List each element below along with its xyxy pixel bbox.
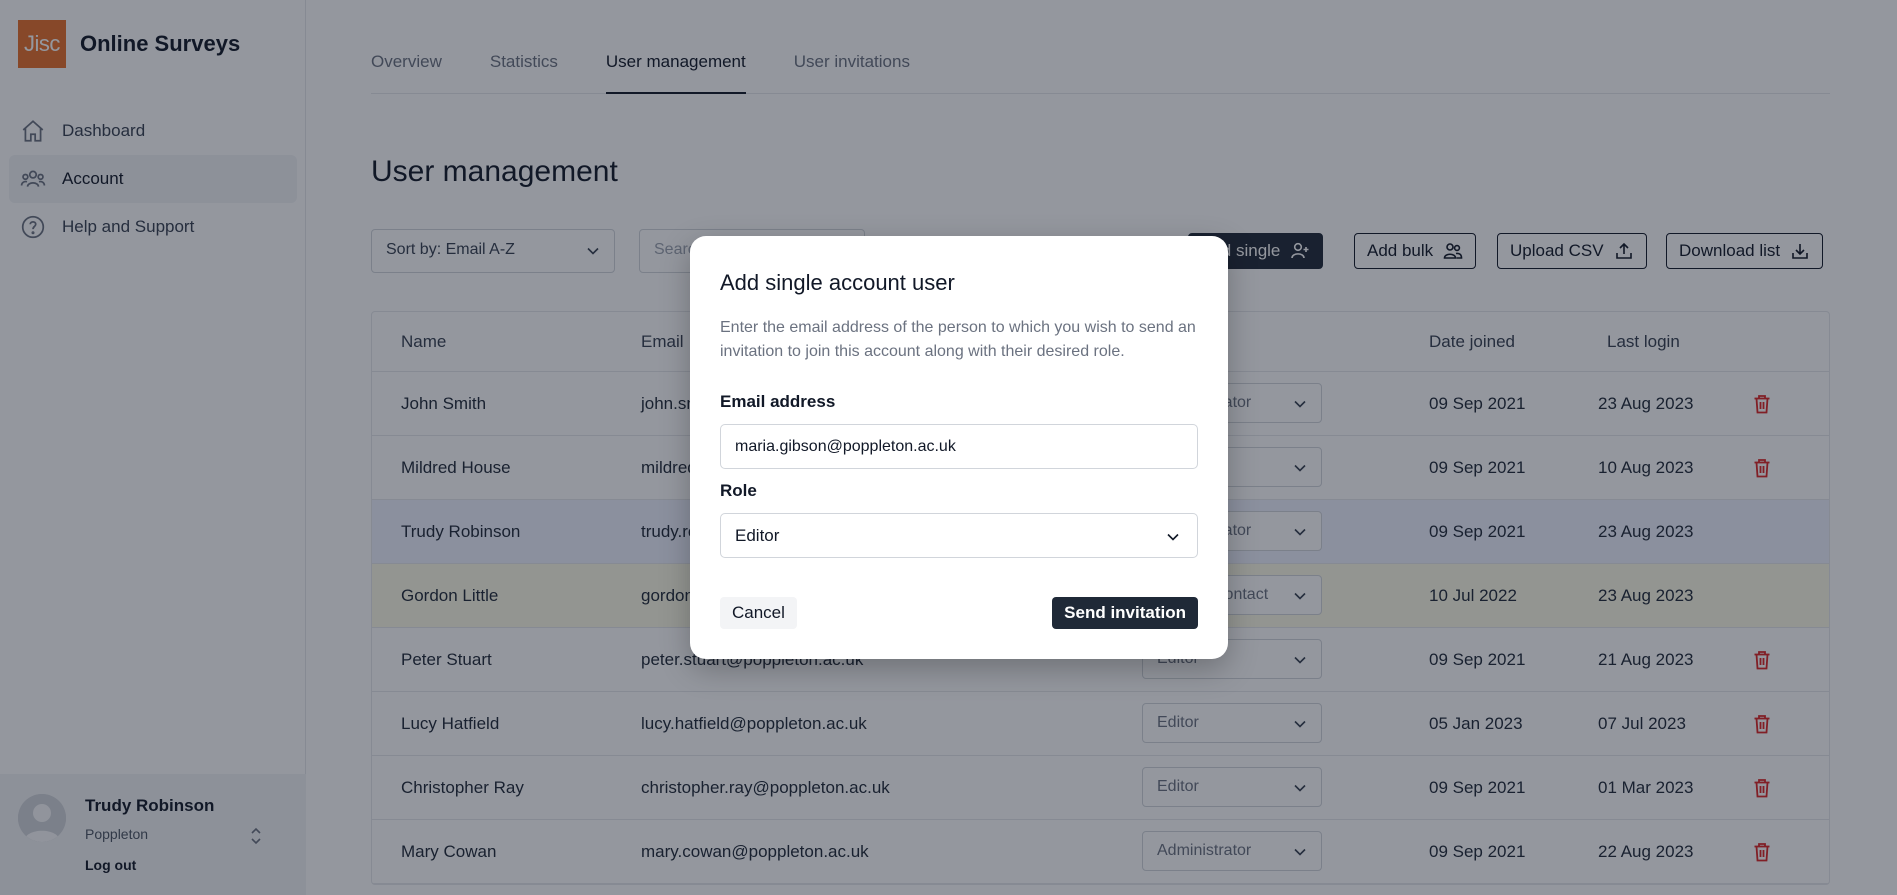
role-select[interactable]: Editor <box>720 513 1198 558</box>
modal-title: Add single account user <box>720 270 955 295</box>
add-user-modal: Add single account user Enter the email … <box>690 236 1228 659</box>
cancel-button[interactable]: Cancel <box>720 597 797 629</box>
send-invitation-button[interactable]: Send invitation <box>1052 597 1198 629</box>
modal-description: Enter the email address of the person to… <box>720 319 1196 360</box>
role-label: Role <box>720 481 757 500</box>
email-field[interactable] <box>720 424 1198 469</box>
chevron-down-icon <box>1167 533 1179 541</box>
role-select-value: Editor <box>735 526 780 545</box>
email-label: Email address <box>720 392 836 411</box>
